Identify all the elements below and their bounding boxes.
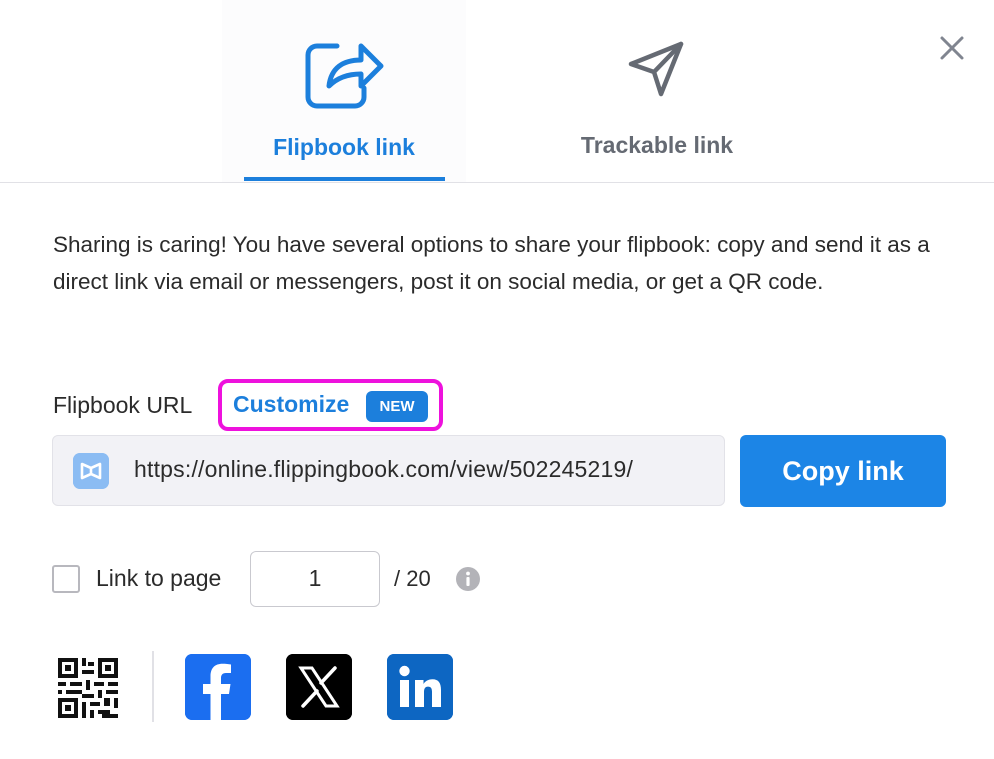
paper-plane-icon [628,41,684,97]
share-tabs: Flipbook link Trackable link [0,0,994,183]
flippingbook-logo-icon [73,453,109,489]
facebook-icon[interactable] [185,654,251,720]
info-icon[interactable] [456,567,480,591]
page-number-input[interactable]: 1 [250,551,380,607]
link-to-page-label: Link to page [96,565,222,591]
tab-flipbook-link[interactable]: Flipbook link [222,0,466,182]
linkedin-icon[interactable] [387,654,453,720]
copy-link-button[interactable]: Copy link [740,435,946,507]
total-pages: / 20 [394,566,431,591]
qr-code-icon[interactable] [58,658,118,718]
customize-link[interactable]: Customize [233,391,349,418]
new-badge: NEW [366,391,428,422]
share-description: Sharing is caring! You have several opti… [53,232,930,294]
tab-trackable-link[interactable]: Trackable link [530,0,784,182]
close-icon[interactable] [934,30,970,66]
link-to-page-checkbox[interactable] [52,565,80,593]
share-divider [152,651,154,722]
flipbook-url-field[interactable]: https://online.flippingbook.com/view/502… [52,435,725,506]
tab-trackable-link-label: Trackable link [580,132,734,158]
active-tab-indicator [244,177,445,181]
flipbook-url-value: https://online.flippingbook.com/view/502… [134,456,634,482]
tab-flipbook-link-label: Flipbook link [273,134,415,160]
share-arrow-icon [305,43,384,109]
flipbook-url-label: Flipbook URL [53,392,193,418]
x-icon[interactable] [286,654,352,720]
